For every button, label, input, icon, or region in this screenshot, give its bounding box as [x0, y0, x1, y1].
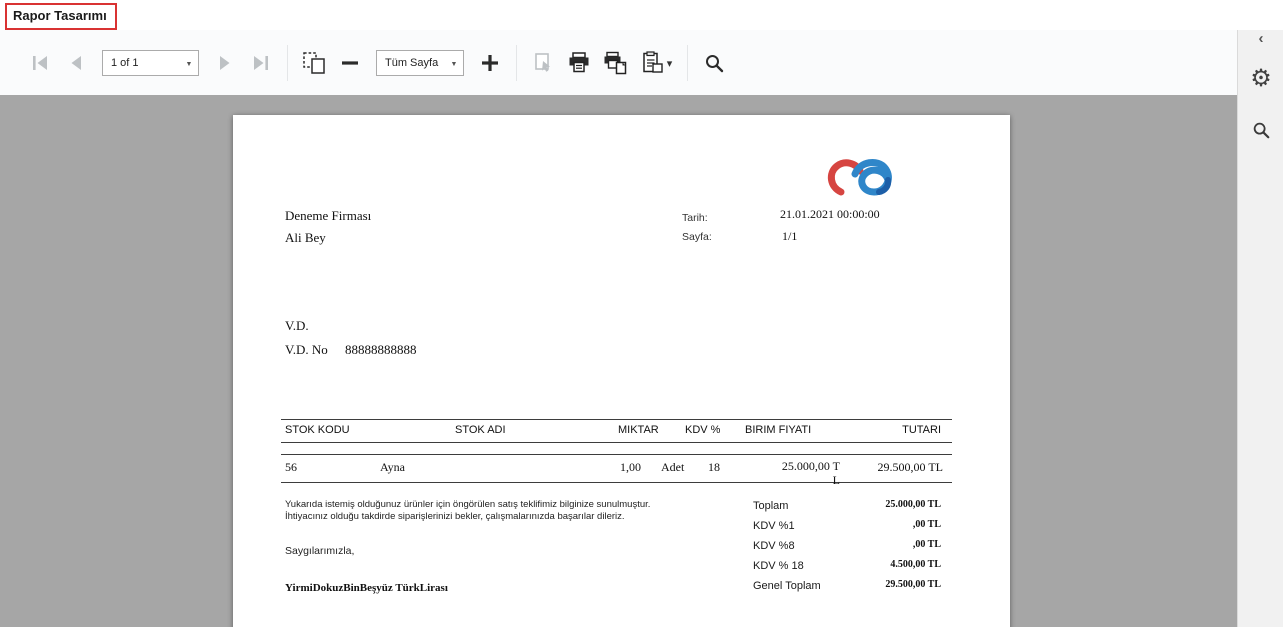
report-preview-window: Rapor Tasarımı 1 of 1 [0, 0, 1283, 627]
column-header-kdv: KDV % [685, 424, 720, 436]
column-header-miktar: MIKTAR [618, 424, 659, 436]
total-row: KDV %1 ,00 TL [753, 519, 941, 536]
total-label: KDV %1 [753, 520, 795, 532]
tax-no-label: V.D. No [285, 342, 328, 358]
page-label: Sayfa: [682, 231, 712, 243]
total-row: Genel Toplam 29.500,00 TL [753, 579, 941, 596]
previous-page-button[interactable] [58, 45, 94, 81]
window-title: Rapor Tasarımı [13, 8, 107, 23]
footer-note-line2: İhtiyacınız olduğu takdirde siparişlerin… [285, 511, 625, 522]
column-header-stok-kodu: STOK KODU [285, 424, 350, 436]
zoom-selector-dropdown[interactable]: Tüm Sayfa [376, 50, 464, 76]
first-page-icon [28, 51, 52, 75]
chevron-down-icon [445, 57, 463, 69]
print-button[interactable] [561, 45, 597, 81]
previous-page-icon [64, 51, 88, 75]
print-selection-icon [531, 51, 555, 75]
quick-print-icon [602, 50, 628, 76]
total-value: ,00 TL [913, 519, 941, 530]
total-label: Toplam [753, 500, 788, 512]
tax-office-label: V.D. [285, 318, 309, 334]
chevron-down-icon [667, 54, 673, 72]
right-panel [1237, 30, 1283, 627]
toolbar: 1 of 1 Tüm Sayfa [0, 30, 1237, 95]
last-page-icon [249, 51, 273, 75]
total-value: 29.500,00 TL [885, 579, 941, 590]
tax-no-value: 88888888888 [345, 342, 417, 358]
toolbar-separator [687, 45, 688, 81]
column-header-birim-fiyati: BIRIM FIYATI [745, 424, 811, 436]
export-dropdown-button[interactable] [633, 45, 679, 81]
quick-print-button[interactable] [597, 45, 633, 81]
search-icon [703, 52, 725, 74]
toolbar-separator [516, 45, 517, 81]
chevron-down-icon [180, 57, 198, 69]
cell-birim: Adet [661, 460, 684, 475]
report-page: Deneme Firması Ali Bey Tarih: 21.01.2021… [233, 115, 1010, 627]
zoom-selector-value: Tüm Sayfa [377, 57, 445, 69]
zoom-in-button[interactable] [472, 45, 508, 81]
cell-stok-adi: Ayna [380, 460, 405, 475]
title-annotation-box: Rapor Tasarımı [5, 3, 117, 30]
last-page-button[interactable] [243, 45, 279, 81]
company-logo [825, 152, 907, 211]
total-value: 4.500,00 TL [890, 559, 941, 570]
print-selection-button[interactable] [525, 45, 561, 81]
date-label: Tarih: [682, 212, 708, 224]
multi-page-view-button[interactable] [296, 45, 332, 81]
total-value: 25.000,00 TL [885, 499, 941, 510]
panel-search-button[interactable] [1238, 108, 1283, 152]
total-label: KDV %8 [753, 540, 795, 552]
first-page-button[interactable] [22, 45, 58, 81]
cell-miktar: 1,00 [620, 460, 641, 475]
gear-icon [1250, 64, 1272, 93]
cell-kdv: 18 [708, 460, 720, 475]
search-icon [1251, 120, 1271, 140]
footer-note-line1: Yukarıda istemiş olduğunuz ürünler için … [285, 499, 650, 510]
company-name: Deneme Firması [285, 208, 371, 224]
page-selector-dropdown[interactable]: 1 of 1 [102, 50, 199, 76]
recipient-name: Ali Bey [285, 230, 326, 246]
page-value: 1/1 [782, 229, 797, 244]
total-label: Genel Toplam [753, 580, 821, 592]
table-rule [281, 454, 952, 455]
table-rule [281, 482, 952, 483]
table-rule [281, 419, 952, 420]
total-row: KDV % 18 4.500,00 TL [753, 559, 941, 576]
next-page-icon [213, 51, 237, 75]
zoom-out-button[interactable] [332, 45, 368, 81]
cell-stok-kodu: 56 [285, 460, 297, 475]
export-icon [640, 51, 664, 75]
zoom-out-icon [341, 54, 359, 72]
cell-tutari: 29.500,00 TL [858, 460, 943, 475]
title-bar: Rapor Tasarımı [0, 0, 1283, 30]
amount-in-words: YirmiDokuzBinBeşyüz TürkLirası [285, 582, 448, 594]
preview-area[interactable]: Deneme Firması Ali Bey Tarih: 21.01.2021… [0, 95, 1237, 627]
multi-page-view-icon [301, 50, 327, 76]
column-header-tutari: TUTARI [873, 424, 941, 436]
page-selector-value: 1 of 1 [103, 57, 180, 69]
toolbar-separator [287, 45, 288, 81]
settings-button[interactable] [1238, 56, 1283, 100]
total-row: Toplam 25.000,00 TL [753, 499, 941, 516]
cell-birim-fiyati: 25.000,00 TL [779, 460, 840, 488]
column-header-stok-adi: STOK ADI [455, 424, 506, 436]
regards-text: Saygılarımızla, [285, 545, 354, 557]
total-label: KDV % 18 [753, 560, 804, 572]
date-value: 21.01.2021 00:00:00 [780, 207, 880, 222]
total-value: ,00 TL [913, 539, 941, 550]
collapse-panel-button[interactable] [1238, 30, 1283, 50]
print-icon [566, 50, 592, 76]
next-page-button[interactable] [207, 45, 243, 81]
total-row: KDV %8 ,00 TL [753, 539, 941, 556]
search-button[interactable] [696, 45, 732, 81]
zoom-in-icon [481, 54, 499, 72]
table-rule [281, 442, 952, 443]
